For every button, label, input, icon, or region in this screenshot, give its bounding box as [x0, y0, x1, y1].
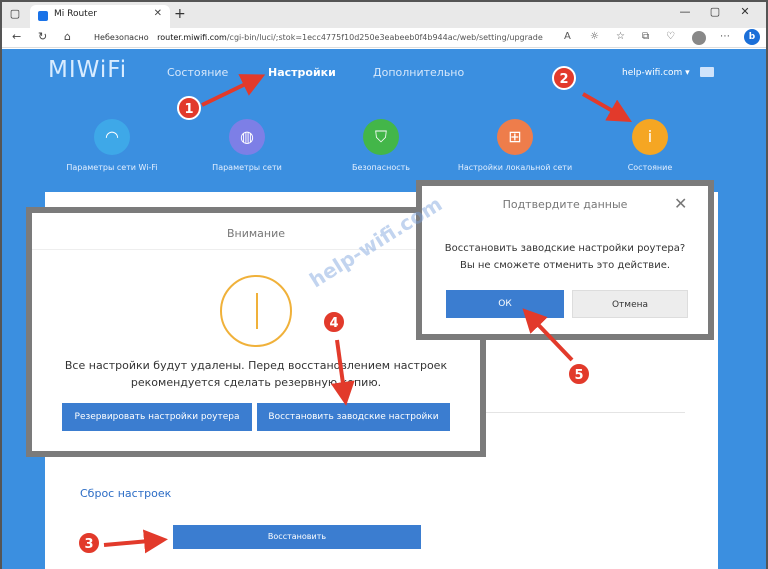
router-favicon-icon: [38, 11, 48, 21]
reset-link[interactable]: Сброс настроек: [80, 487, 171, 500]
feature-label: Параметры сети: [212, 163, 282, 172]
bing-icon[interactable]: b: [744, 29, 760, 45]
step-badge-1: 1: [177, 96, 201, 120]
url-path: /cgi-bin/luci/;stok=1ecc4775f10d250e3eab…: [226, 33, 543, 42]
feature-label: Состояние: [627, 163, 673, 172]
new-tab-icon[interactable]: +: [174, 6, 186, 22]
browser-tab[interactable]: Mi Router ✕: [30, 5, 170, 28]
window-controls: — ▢ ✕: [670, 5, 760, 18]
confirm-dialog: Подтвердите данные ✕ Восстановить заводс…: [416, 180, 714, 340]
nav-status[interactable]: Состояние: [167, 66, 228, 79]
back-icon[interactable]: ←: [12, 30, 21, 43]
cancel-button[interactable]: Отмена: [572, 290, 688, 318]
feature-network[interactable]: ◍ Параметры сети: [187, 119, 307, 172]
confirm-text: Восстановить заводские настройки роутера…: [422, 240, 708, 274]
step-badge-3: 3: [77, 531, 101, 555]
alert-icon: [220, 275, 292, 347]
close-tab-icon[interactable]: ✕: [154, 8, 162, 19]
network-icon: ⊞: [497, 119, 533, 155]
feature-status[interactable]: i Состояние: [590, 119, 710, 172]
feature-security[interactable]: ⛉ Безопасность: [321, 119, 441, 172]
restore-button[interactable]: Восстановить: [173, 525, 421, 549]
warning-text-line2: рекомендуется сделать резервную копию.: [130, 376, 382, 389]
dialog-divider: [32, 249, 480, 250]
confirm-text-line1: Восстановить заводские настройки роутера…: [444, 243, 686, 254]
tab-strip: ▢ Mi Router ✕ + — ▢ ✕: [2, 2, 766, 28]
address-bar: ← ↻ ⌂ Небезопасно router.miwifi.com/cgi-…: [2, 28, 766, 48]
close-window-icon[interactable]: ✕: [730, 5, 760, 18]
confirm-text-line2: Вы не сможете отменить это действие.: [459, 260, 671, 271]
collections-icon[interactable]: ⧉: [642, 31, 649, 42]
more-menu-icon[interactable]: ⋯: [720, 31, 730, 42]
tracking-icon[interactable]: ☼: [590, 31, 599, 42]
read-aloud-icon[interactable]: A: [564, 31, 571, 42]
feature-wifi[interactable]: ◠ Параметры сети Wi-Fi: [52, 119, 172, 172]
backup-settings-button[interactable]: Резервировать настройки роутера: [62, 403, 252, 431]
feature-label: Параметры сети Wi-Fi: [66, 163, 158, 172]
home-icon[interactable]: ⌂: [64, 30, 71, 43]
insecure-label: Небезопасно: [94, 33, 149, 42]
shield-icon: ⛉: [363, 119, 399, 155]
nav-advanced[interactable]: Дополнительно: [373, 66, 464, 79]
window-menu-icon[interactable]: ▢: [8, 7, 22, 21]
mail-icon[interactable]: [700, 67, 714, 77]
step-badge-4: 4: [322, 310, 346, 334]
info-icon: i: [632, 119, 668, 155]
globe-icon: ◍: [229, 119, 265, 155]
warning-text: Все настройки будут удалены. Перед восст…: [32, 357, 480, 391]
wifi-icon: ◠: [94, 119, 130, 155]
nav-settings[interactable]: Настройки: [268, 66, 336, 79]
ok-button[interactable]: ОК: [446, 290, 564, 318]
reload-icon[interactable]: ↻: [38, 30, 47, 43]
feature-label: Безопасность: [352, 163, 410, 172]
extensions-icon[interactable]: ♡: [666, 31, 675, 42]
factory-reset-button[interactable]: Восстановить заводские настройки: [257, 403, 450, 431]
warning-text-line1: Все настройки будут удалены. Перед восст…: [64, 359, 448, 372]
user-menu[interactable]: help-wifi.com ▾: [622, 68, 690, 78]
maximize-icon[interactable]: ▢: [700, 5, 730, 18]
minimize-icon[interactable]: —: [670, 5, 700, 18]
url-host: router.miwifi.com: [157, 33, 227, 42]
profile-avatar[interactable]: [692, 31, 706, 45]
url-field[interactable]: Небезопасно router.miwifi.com/cgi-bin/lu…: [94, 30, 564, 46]
step-badge-5: 5: [567, 362, 591, 386]
step-badge-2: 2: [552, 66, 576, 90]
close-dialog-icon[interactable]: ✕: [674, 194, 687, 213]
feature-lan[interactable]: ⊞ Настройки локальной сети: [455, 119, 575, 172]
favorites-icon[interactable]: ☆: [616, 31, 625, 42]
confirm-dialog-title: Подтвердите данные: [502, 198, 628, 211]
feature-label: Настройки локальной сети: [457, 163, 573, 172]
brand-logo: MIWiFi: [48, 57, 128, 83]
tab-title: Mi Router: [54, 9, 97, 19]
